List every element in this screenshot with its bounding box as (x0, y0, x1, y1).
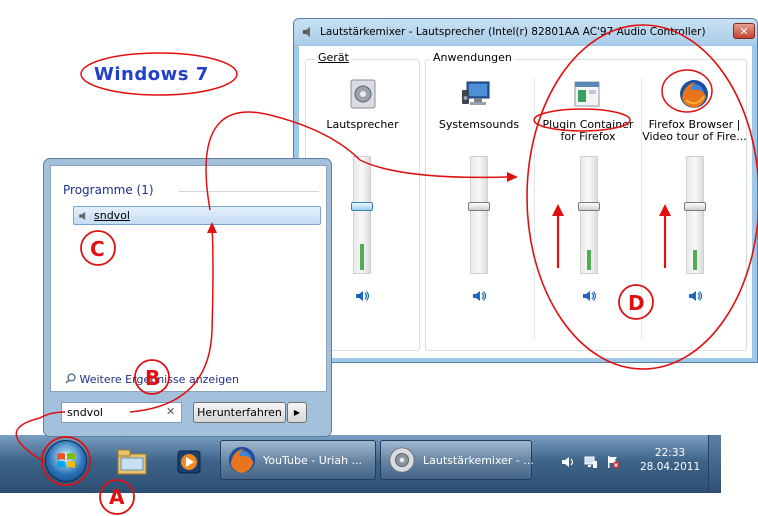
network-tray-icon[interactable] (584, 455, 598, 469)
channel-label: Firefox Browser | Video tour of Fire... (642, 118, 747, 143)
channel-plugin-container: Plugin Container for Firefox (535, 46, 641, 351)
mixer-body: Gerät Anwendungen Lautsprecher Systemsou… (299, 46, 752, 358)
mute-speaker-icon[interactable] (356, 290, 370, 302)
close-button[interactable]: ✕ (733, 23, 755, 39)
mute-speaker-icon[interactable] (689, 290, 703, 302)
heading-divider (179, 191, 319, 192)
taskbar-button-label: Lautstärkemixer - ... (423, 454, 534, 467)
mixer-title: Lautstärkemixer - Lautsprecher (Intel(r)… (320, 26, 706, 38)
channel-systemsounds: Systemsounds (425, 46, 533, 351)
speaker-icon (389, 447, 415, 473)
peak-meter (587, 250, 591, 270)
shutdown-button[interactable]: Herunterfahren (193, 402, 286, 423)
channel-label: Lautsprecher (326, 118, 399, 131)
channel-label: Plugin Container for Firefox (542, 118, 634, 143)
plugin-container-icon (574, 81, 600, 107)
speaker-device-icon (350, 79, 376, 109)
channel-label: Systemsounds (438, 118, 520, 131)
annotation-letter-b: B (145, 366, 161, 390)
show-desktop-button[interactable] (708, 435, 721, 493)
annotation-letter-d: D (628, 291, 645, 315)
speaker-icon (303, 27, 310, 37)
windows-logo-icon (57, 453, 75, 468)
annotation-letter-a: A (109, 485, 125, 509)
taskbar-button-mixer[interactable]: Lautstärkemixer - ... (380, 440, 534, 480)
clock[interactable]: 22:33 28.04.2011 (640, 446, 700, 474)
search-result-sndvol[interactable]: sndvol (73, 206, 321, 225)
search-result-label: sndvol (94, 209, 130, 222)
speaker-icon (79, 211, 86, 221)
annotation-heading: Windows 7 (94, 64, 209, 85)
taskbar-button-label: YouTube - Uriah ... (263, 454, 363, 467)
explorer-icon[interactable] (112, 442, 152, 482)
volume-slider-thumb[interactable] (578, 202, 600, 211)
media-player-icon[interactable] (168, 442, 208, 482)
search-input-value: sndvol (67, 406, 103, 419)
clock-time: 22:33 (654, 447, 686, 459)
system-sounds-icon (462, 81, 490, 105)
firefox-icon (680, 80, 708, 108)
volume-slider-thumb[interactable] (684, 202, 706, 211)
peak-meter (360, 244, 364, 270)
peak-meter (693, 250, 697, 270)
volume-mixer-window: Lautstärkemixer - Lautsprecher (Intel(r)… (293, 18, 758, 363)
start-menu-results-pane: Programme (1) sndvol Weitere Ergebnisse … (50, 165, 327, 392)
mixer-titlebar[interactable]: Lautstärkemixer - Lautsprecher (Intel(r)… (294, 19, 757, 45)
annotation-letter-c: C (90, 237, 105, 261)
volume-slider-thumb[interactable] (468, 202, 490, 211)
clear-search-button[interactable]: ✕ (166, 405, 175, 418)
firefox-icon (228, 446, 256, 474)
start-button[interactable] (45, 440, 87, 482)
shutdown-options-button[interactable]: ▶ (287, 402, 307, 423)
start-menu: Programme (1) sndvol Weitere Ergebnisse … (43, 158, 332, 437)
clock-date: 28.04.2011 (640, 461, 701, 473)
mute-speaker-icon[interactable] (583, 290, 597, 302)
search-icon (65, 373, 76, 384)
taskbar-button-youtube[interactable]: YouTube - Uriah ... (220, 440, 376, 480)
search-input[interactable]: sndvol ✕ (61, 402, 182, 423)
action-center-flag-icon[interactable] (606, 455, 620, 469)
volume-slider-thumb[interactable] (351, 202, 373, 211)
channel-firefox: Firefox Browser | Video tour of Fire... (642, 46, 747, 351)
mute-speaker-icon[interactable] (473, 290, 487, 302)
volume-slider-track[interactable] (470, 156, 488, 274)
volume-tray-icon[interactable] (562, 456, 576, 468)
programs-heading: Programme (1) (63, 183, 154, 197)
